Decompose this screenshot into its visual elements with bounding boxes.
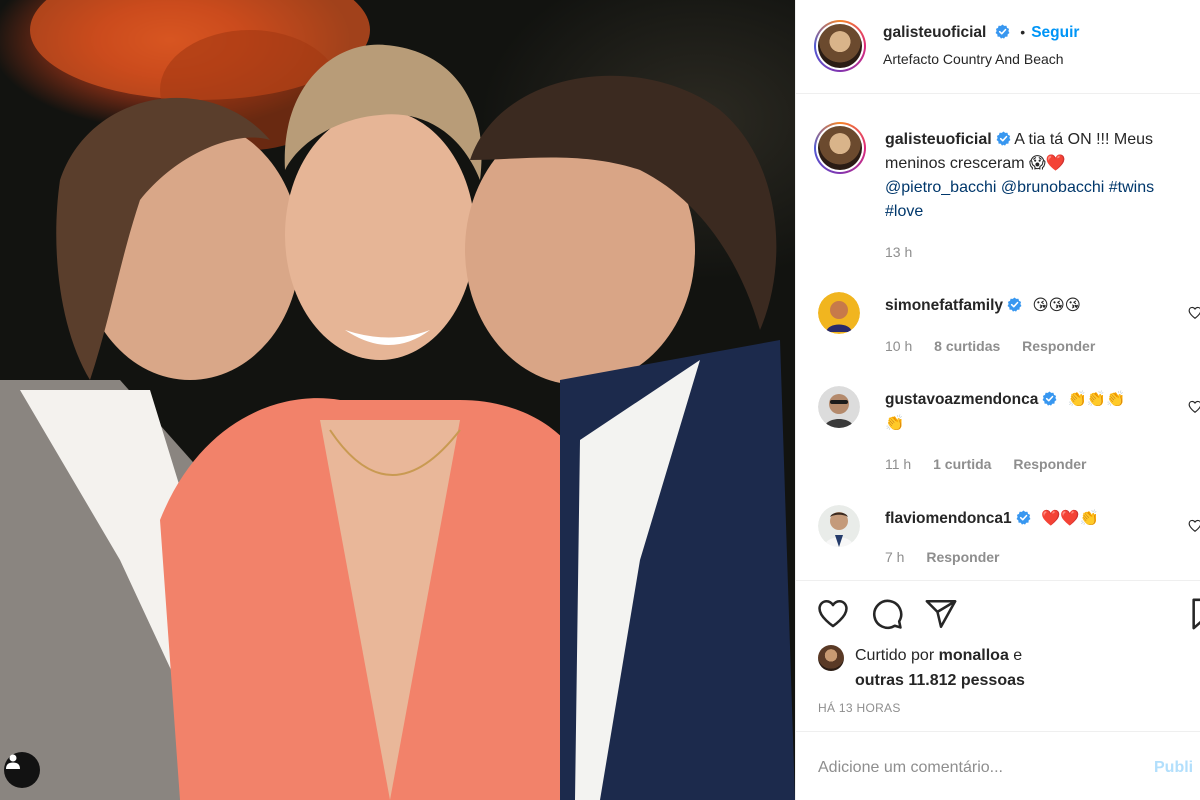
caption-author-avatar[interactable]: [814, 122, 866, 174]
mention-link[interactable]: @pietro_bacchi: [885, 179, 996, 196]
caption-text: galisteuoficial A tia tá ON !!! Meus men…: [885, 128, 1200, 224]
publish-button[interactable]: Publi: [1154, 759, 1193, 777]
reply-button[interactable]: Responder: [1013, 456, 1086, 472]
post-photo[interactable]: [0, 0, 795, 800]
post-location[interactable]: Artefacto Country And Beach: [883, 51, 1064, 67]
comment-likes[interactable]: 8 curtidas: [934, 338, 1000, 354]
comment-like-icon[interactable]: [1188, 306, 1200, 320]
comment-text-continued: 👏: [885, 415, 905, 432]
comment-icon[interactable]: [870, 597, 904, 631]
comment-text: 😘😘😘: [1032, 297, 1081, 314]
comment-text: ❤️❤️👏: [1040, 510, 1099, 527]
comment-like-icon[interactable]: [1188, 519, 1200, 533]
reply-button[interactable]: Responder: [1022, 338, 1095, 354]
share-icon[interactable]: [924, 597, 958, 631]
comment-time[interactable]: 7 h: [885, 549, 904, 565]
caption-line-2: meninos cresceram 😱❤️: [885, 155, 1066, 172]
verified-badge-icon: [996, 131, 1011, 146]
comment-like-icon[interactable]: [1188, 400, 1200, 414]
caption-line-1: A tia tá ON !!! Meus: [1014, 131, 1153, 148]
hashtag-link[interactable]: #love: [885, 203, 923, 220]
comment-likes[interactable]: 1 curtida: [933, 456, 991, 472]
comment-time[interactable]: 10 h: [885, 338, 912, 354]
user-tag-icon: [6, 754, 20, 769]
comment-time[interactable]: 11 h: [885, 456, 911, 472]
mention-link[interactable]: @brunobacchi: [1001, 179, 1104, 196]
author-avatar[interactable]: [814, 20, 866, 72]
caption-username[interactable]: galisteuoficial: [885, 131, 992, 148]
heart-icon[interactable]: [816, 597, 850, 631]
post-actions: Curtido por monalloa e outras 11.812 pes…: [796, 580, 1200, 730]
comment-username[interactable]: flaviomendonca1: [885, 510, 1012, 527]
post-photo-illustration: [0, 0, 795, 800]
hashtag-link[interactable]: #twins: [1109, 179, 1154, 196]
commenter-avatar[interactable]: [818, 505, 860, 547]
likes-others-count[interactable]: outras 11.812 pessoas: [855, 672, 1025, 689]
comment-username[interactable]: gustavoazmendonca: [885, 391, 1038, 408]
comment-input-bar: Adicione um comentário... Publi: [796, 731, 1200, 800]
liker-avatar[interactable]: [818, 645, 844, 671]
verified-badge-icon: [995, 24, 1010, 39]
commenter-avatar[interactable]: [818, 386, 860, 428]
caption-time[interactable]: 13 h: [885, 244, 912, 260]
liked-connector: e: [1013, 647, 1023, 664]
commenter-avatar[interactable]: [818, 292, 860, 334]
author-username[interactable]: galisteuoficial: [883, 24, 986, 41]
verified-badge-icon: [1042, 391, 1057, 406]
user-tag-button[interactable]: [4, 752, 40, 788]
follow-button[interactable]: Seguir: [1031, 24, 1079, 41]
verified-badge-icon: [1007, 297, 1022, 312]
post-side-panel: galisteuoficial • Seguir Artefacto Countr…: [795, 0, 1200, 800]
comment-username[interactable]: simonefatfamily: [885, 297, 1003, 314]
bookmark-icon[interactable]: [1188, 597, 1200, 631]
post-timestamp[interactable]: HÁ 13 HORAS: [818, 701, 901, 715]
comment-input[interactable]: Adicione um comentário...: [818, 759, 1003, 777]
liked-by-label: Curtido por: [855, 647, 935, 664]
reply-button[interactable]: Responder: [926, 549, 999, 565]
comment-text: 👏👏👏: [1067, 391, 1126, 408]
verified-badge-icon: [1016, 510, 1031, 525]
liker-username[interactable]: monalloa: [939, 647, 1009, 664]
post-header: galisteuoficial • Seguir Artefacto Countr…: [796, 0, 1200, 94]
header-separator: •: [1020, 24, 1026, 40]
